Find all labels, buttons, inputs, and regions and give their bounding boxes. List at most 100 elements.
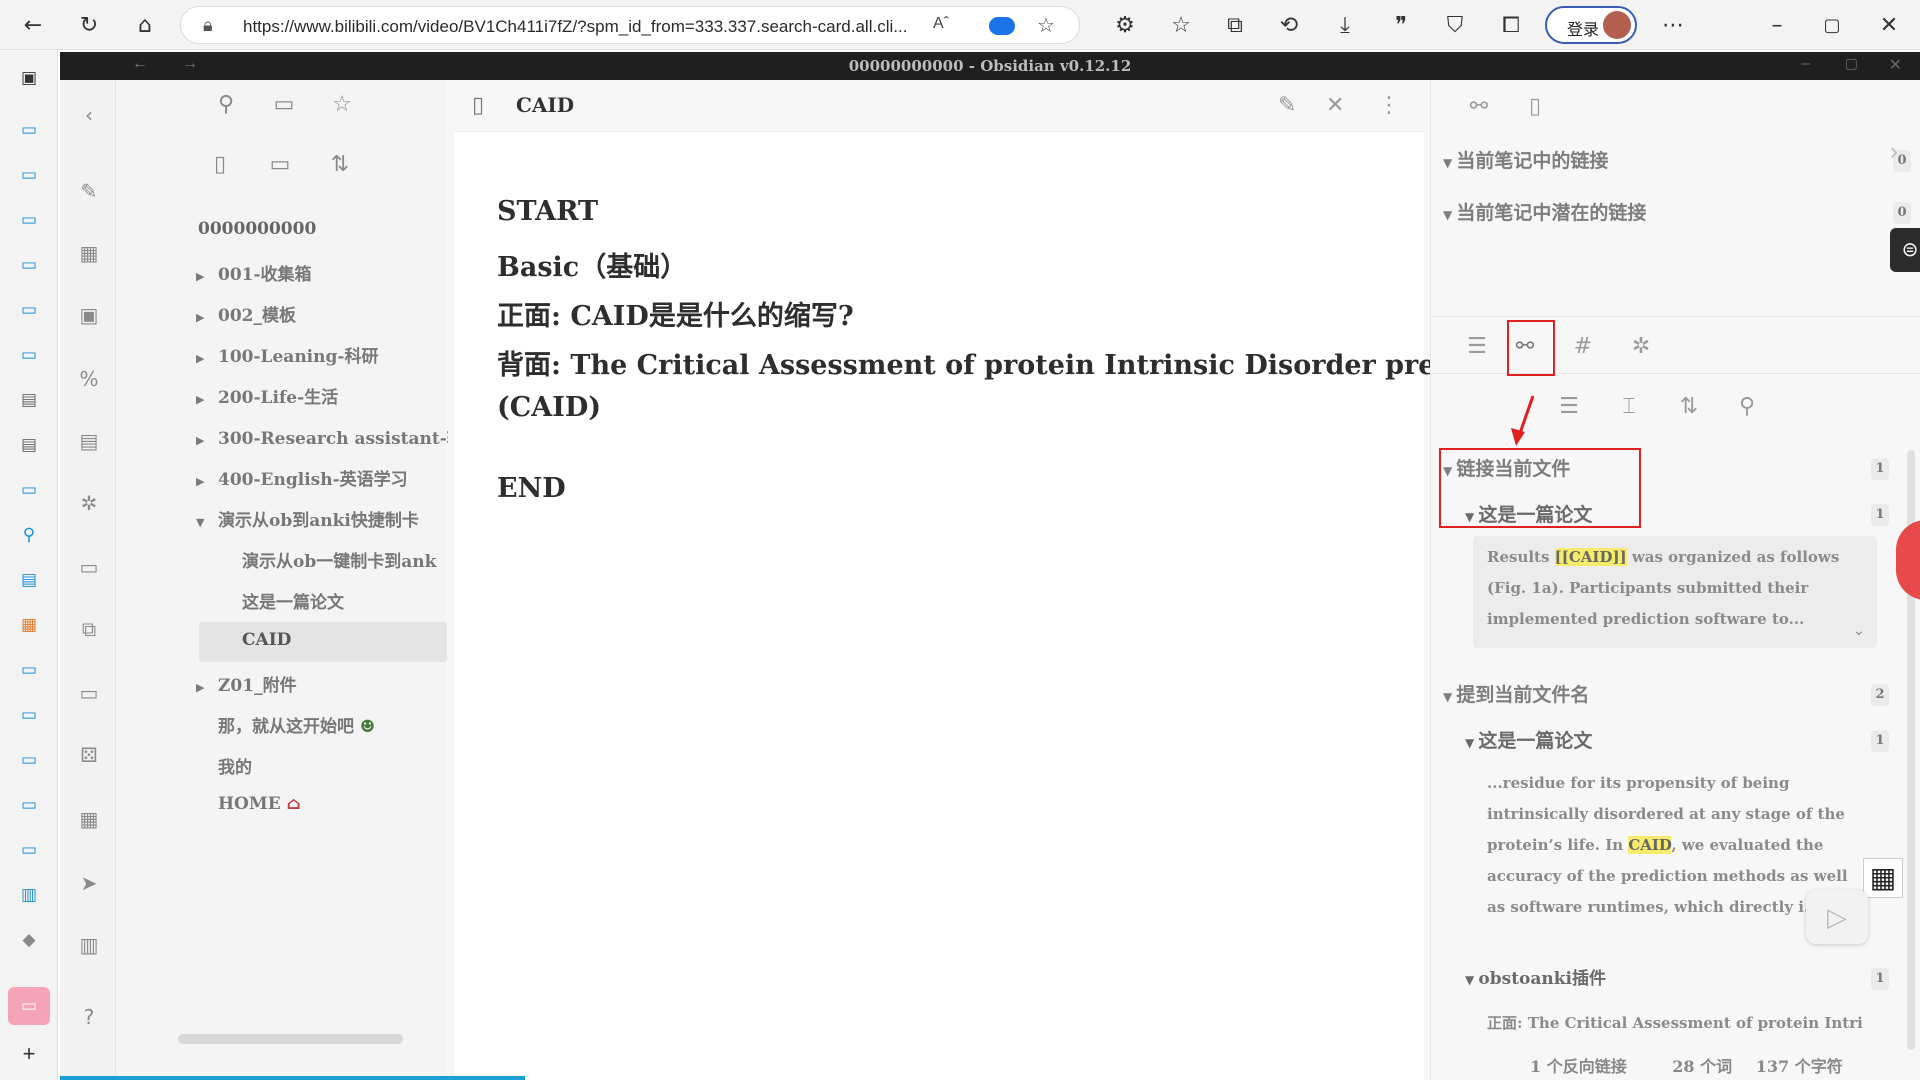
bilibili-tab-icon[interactable]: ▭ (17, 345, 41, 365)
extensions-icon[interactable]: ⚙ (1108, 8, 1142, 42)
edit-pencil-icon[interactable]: ✎ (1278, 92, 1296, 118)
editor-line[interactable]: START (497, 196, 598, 227)
tree-folder[interactable]: ▶ 002_模板 (196, 301, 296, 326)
extension-add-icon[interactable] (989, 17, 1015, 35)
qr-code-icon[interactable]: ▦ (1863, 858, 1903, 898)
editor-line[interactable]: 背面: The Critical Assessment of protein I… (497, 343, 1541, 382)
collapse-left-icon[interactable]: ‹ (76, 102, 102, 128)
floating-tool-icon[interactable]: ⊜ (1890, 228, 1920, 272)
bilibili-tab-icon[interactable]: ▭ (17, 795, 41, 815)
graph-tab-icon[interactable]: ✲ (1625, 330, 1657, 362)
sort-icon[interactable]: ⇅ (324, 148, 356, 180)
note-title[interactable]: CAID (516, 93, 574, 117)
history-icon[interactable]: ⟲ (1272, 8, 1306, 42)
tree-folder[interactable]: ▶ 001-收集箱 (196, 260, 312, 285)
bilibili-tab-icon[interactable]: ▭ (17, 120, 41, 140)
url-text[interactable]: https://www.bilibili.com/video/BV1Ch411i… (243, 17, 907, 37)
tree-file-active[interactable]: CAID (242, 630, 291, 650)
tree-folder[interactable]: ▶ 100-Leaning-科研 (196, 342, 378, 367)
favorite-add-icon[interactable]: ☆ (1037, 13, 1055, 38)
open-file-icon[interactable]: ▣ (76, 302, 102, 328)
expand-snippet-icon[interactable]: ⌄ (1853, 622, 1865, 639)
favorites-icon[interactable]: ☆ (1164, 8, 1198, 42)
tree-file[interactable]: 这是一篇论文 (242, 588, 344, 613)
list-tab-icon[interactable]: ☰ (1461, 330, 1493, 362)
bilibili-tab-icon[interactable]: ▭ (17, 480, 41, 500)
shield-icon[interactable]: ⛉ (1438, 8, 1472, 42)
layout-icon[interactable]: ▥ (76, 932, 102, 958)
horizontal-scrollbar[interactable] (178, 1034, 403, 1044)
tree-folder[interactable]: ▶ Z01_附件 (196, 671, 297, 696)
search-filter-icon[interactable]: ⚲ (1731, 390, 1763, 422)
search-icon[interactable]: ⚲ (210, 88, 242, 120)
close-icon[interactable]: ✕ (1872, 8, 1906, 42)
slides-icon[interactable]: ▭ (76, 680, 102, 706)
unlinked-snippet-text[interactable]: 正面: The Critical Assessment of protein I… (1487, 1008, 1863, 1039)
pencil-icon[interactable]: ✎ (76, 178, 102, 204)
editor-line[interactable]: (CAID) (497, 392, 601, 423)
send-icon[interactable]: ➤ (76, 870, 102, 896)
search-tab-icon[interactable]: ⚲ (17, 525, 41, 545)
template-icon[interactable]: % (76, 366, 102, 392)
copy-icon[interactable]: ⧉ (76, 616, 102, 642)
tree-file[interactable]: 演示从ob一键制卡到ank (242, 547, 448, 572)
obs-minimize-icon[interactable]: – (1801, 55, 1810, 73)
editor-line[interactable]: END (497, 473, 566, 504)
tree-file[interactable]: 那，就从这开始吧 ☻ (218, 712, 375, 737)
bilibili-tab-icon[interactable]: ▭ (17, 165, 41, 185)
document-tab-icon[interactable]: ▤ (17, 570, 41, 590)
dice-icon[interactable]: ⚄ (76, 742, 102, 768)
more-icon[interactable]: ⋯ (1656, 8, 1690, 42)
links-tab-icon[interactable]: ⚯ (1463, 90, 1495, 122)
cloud-tab-icon[interactable]: ◆ (17, 930, 41, 950)
collapse-results-icon[interactable]: ☰ (1553, 390, 1585, 422)
login-button[interactable]: 登录 (1545, 6, 1637, 44)
tree-file[interactable]: 我的 (218, 753, 252, 778)
outgoing-links-header[interactable]: ▼ 当前笔记中的链接 (1443, 146, 1608, 173)
daily-note-icon[interactable]: ▭ (76, 554, 102, 580)
home-icon[interactable]: ⌂ (128, 8, 162, 42)
bilibili-tab-icon[interactable]: ▭ (17, 750, 41, 770)
bilibili-tab-icon[interactable]: ▭ (17, 210, 41, 230)
bilibili-tab-icon[interactable]: ▭ (17, 660, 41, 680)
star-icon[interactable]: ☆ (326, 88, 358, 120)
collapse-right-icon[interactable]: › (1890, 138, 1898, 166)
show-more-context-icon[interactable]: ⌶ (1613, 390, 1645, 422)
tab-actions-icon[interactable]: ▣ (17, 68, 41, 88)
backlink-count[interactable]: 1 个反向链接 (1530, 1057, 1627, 1076)
read-aloud-icon[interactable]: Aˆ (933, 15, 949, 33)
document-tab-icon[interactable]: ▤ (17, 390, 41, 410)
chart-tab-icon[interactable]: ▥ (17, 885, 41, 905)
new-note-icon[interactable]: ▯ (204, 148, 236, 180)
mini-player-icon[interactable]: ▷ (1806, 890, 1868, 944)
bilibili-tab-icon[interactable]: ▭ (17, 840, 41, 860)
table-icon[interactable]: ▦ (76, 806, 102, 832)
close-note-icon[interactable]: ✕ (1326, 92, 1344, 118)
downloads-icon[interactable]: ⤓ (1328, 8, 1362, 42)
editor-line[interactable]: 正面: CAID是是什么的缩写? (497, 294, 854, 333)
bilibili-active-tab-icon[interactable]: ▭ (17, 996, 41, 1016)
obs-maximize-icon[interactable]: ▢ (1845, 55, 1858, 72)
video-progress-bar[interactable] (60, 1076, 525, 1080)
maximize-icon[interactable]: ▢ (1815, 8, 1849, 42)
tree-file[interactable]: HOME ⌂ (218, 794, 301, 814)
sort-order-icon[interactable]: ⇅ (1673, 390, 1705, 422)
screenshot-icon[interactable]: ⧠ (1494, 8, 1528, 42)
editor-line[interactable]: Basic（基础） (497, 245, 687, 284)
new-folder-icon[interactable]: ▭ (264, 148, 296, 180)
quote-icon[interactable]: ❞ (1384, 8, 1418, 42)
microsoft-tab-icon[interactable]: ▦ (17, 615, 41, 635)
tree-folder[interactable]: ▶ 300-Research assistant-辅助科 (196, 424, 448, 449)
outline-tab-icon[interactable]: ▯ (1519, 90, 1551, 122)
tree-folder[interactable]: ▶ 200-Life-生活 (196, 383, 338, 408)
document-tab-icon[interactable]: ▤ (17, 435, 41, 455)
back-icon[interactable]: ← (16, 8, 50, 42)
address-bar[interactable]: 🔒︎ https://www.bilibili.com/video/BV1Ch4… (180, 6, 1080, 44)
help-icon[interactable]: ? (76, 1004, 102, 1030)
minimize-icon[interactable]: – (1760, 8, 1794, 42)
bilibili-tab-icon[interactable]: ▭ (17, 705, 41, 725)
folder-icon[interactable]: ▭ (268, 88, 300, 120)
bilibili-tab-icon[interactable]: ▭ (17, 300, 41, 320)
unlinked-file-header[interactable]: ▼ 这是一篇论文 (1465, 726, 1592, 753)
note-icon[interactable]: ▤ (76, 428, 102, 454)
